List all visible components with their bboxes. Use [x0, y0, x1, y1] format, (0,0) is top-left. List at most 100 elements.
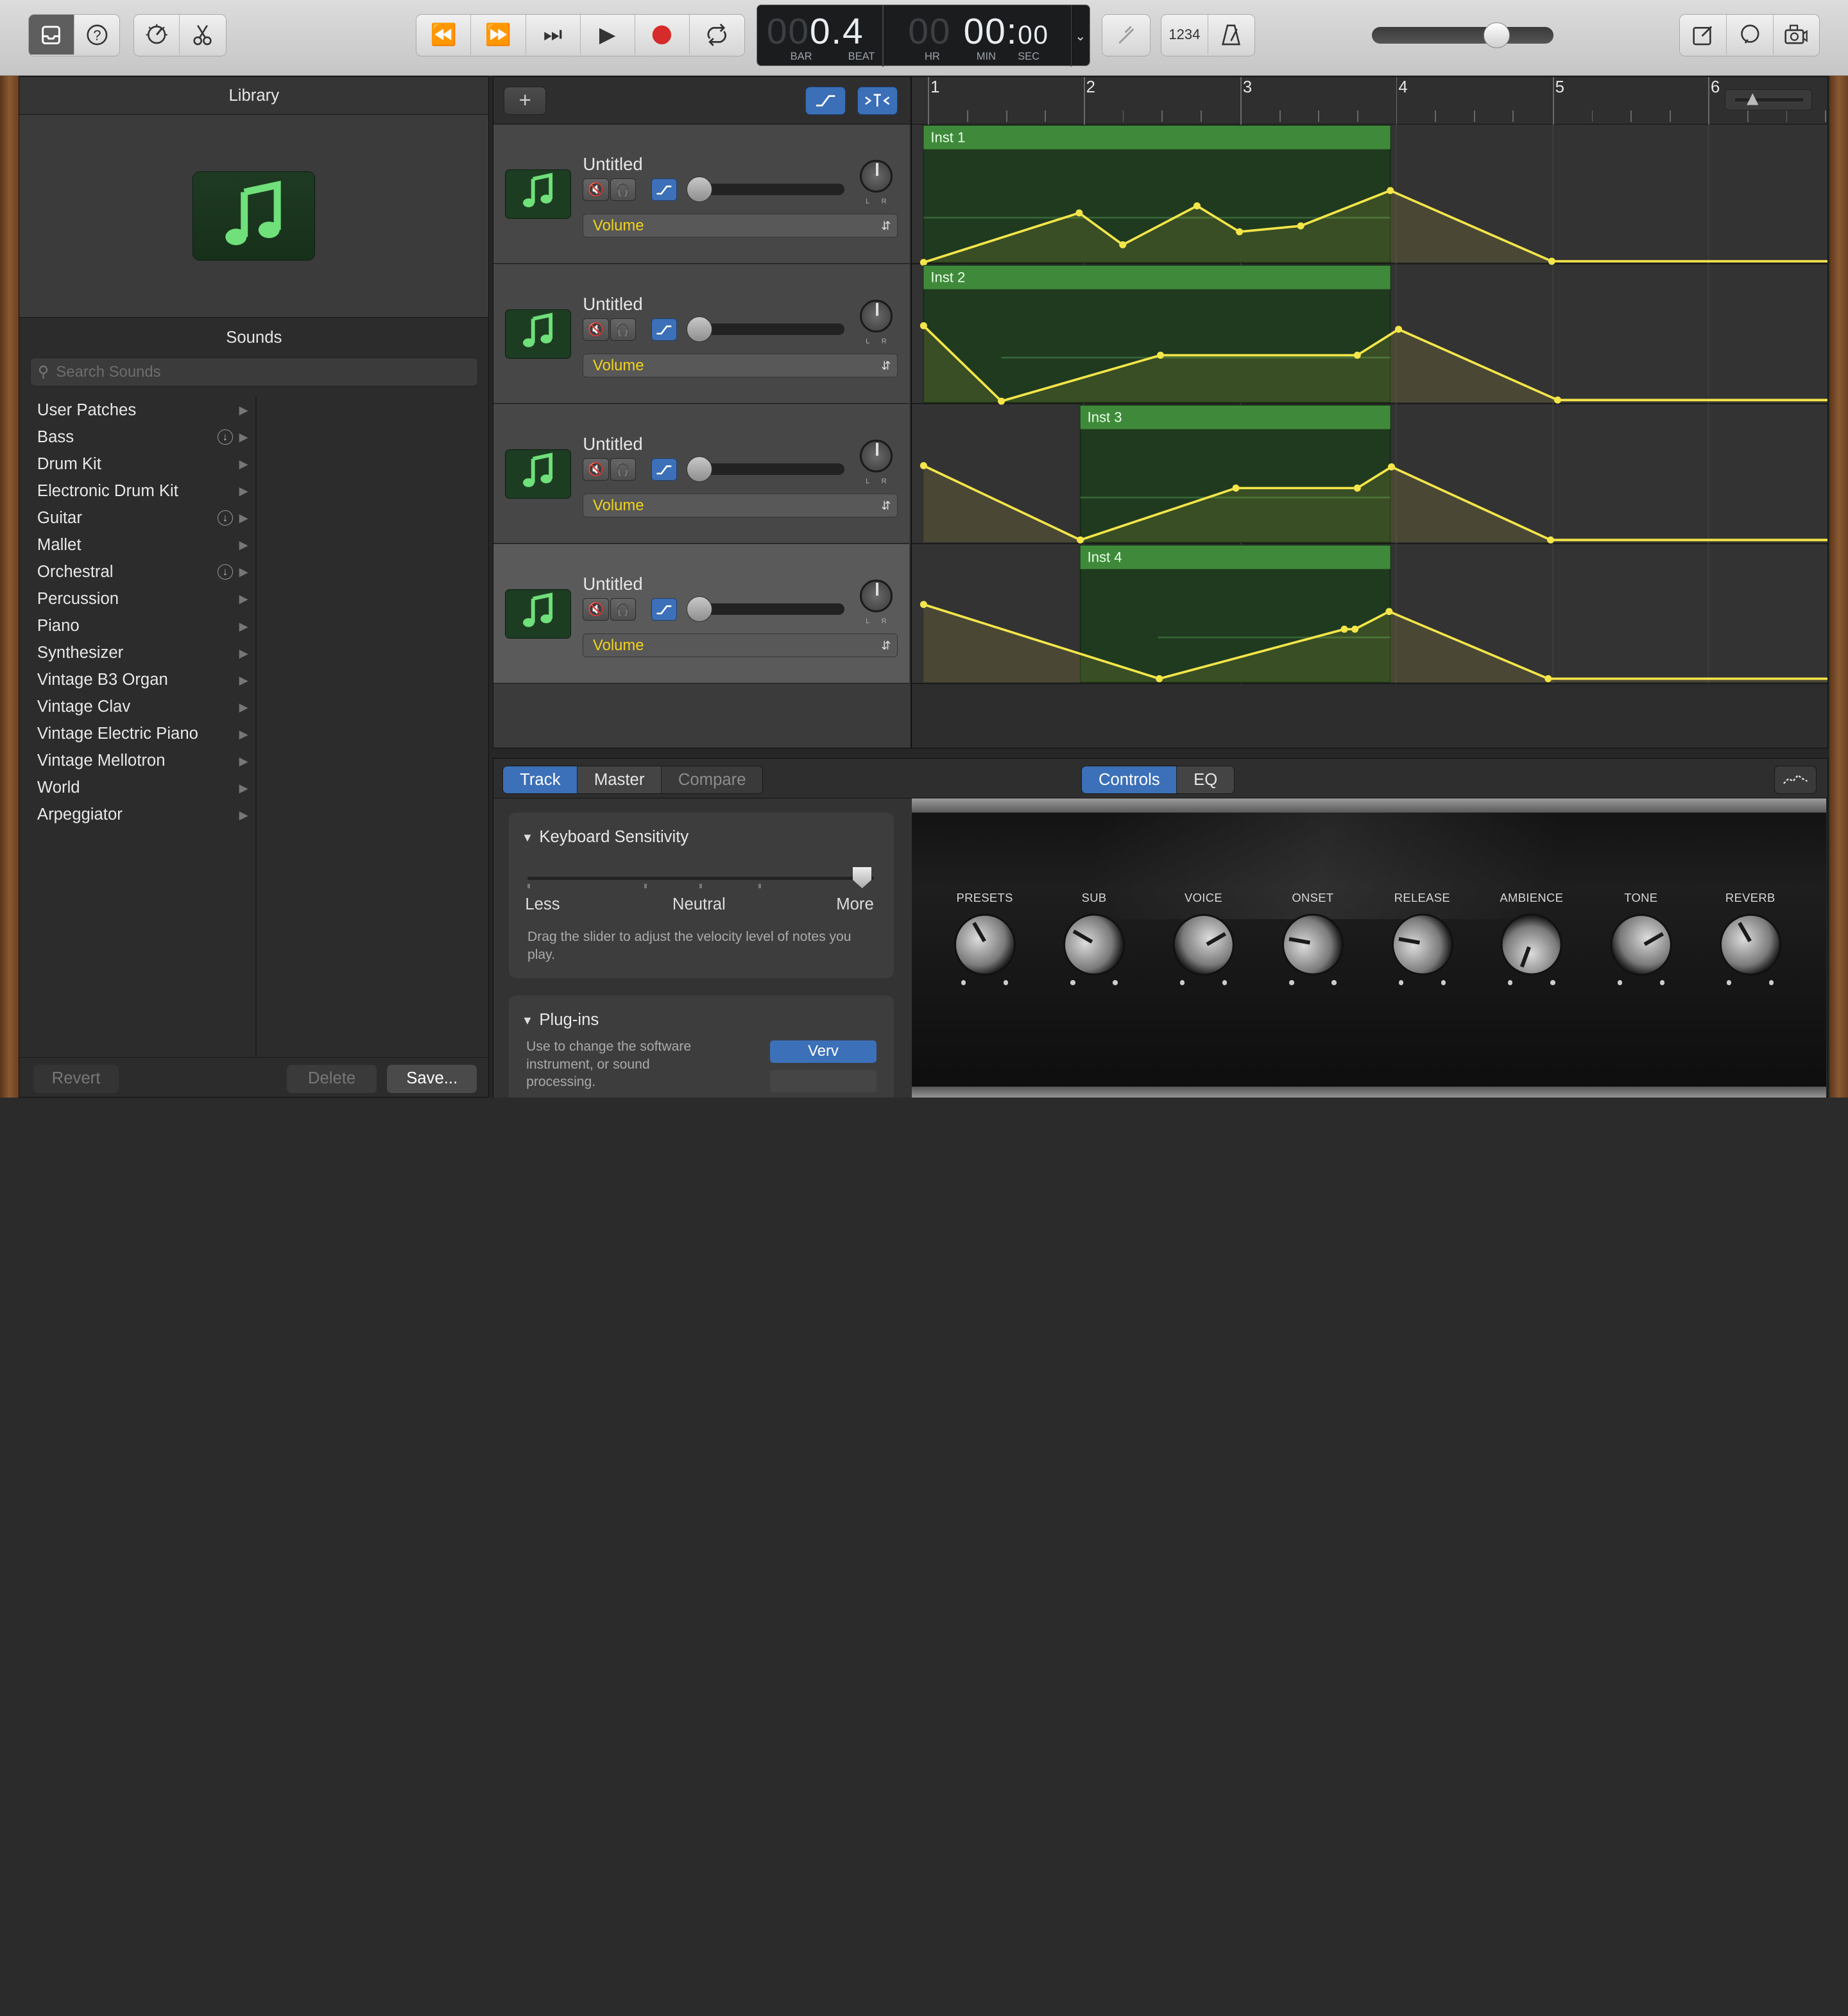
pan-knob[interactable] — [859, 439, 893, 473]
track-volume-slider[interactable] — [693, 323, 845, 336]
sound-category-item[interactable]: Vintage Electric Piano ▶ — [19, 721, 255, 748]
download-icon[interactable]: ↓ — [217, 510, 233, 526]
delete-button[interactable]: Delete — [287, 1064, 377, 1093]
loop-browser-button[interactable] — [1727, 15, 1774, 55]
metronome-button[interactable] — [1208, 15, 1255, 55]
sound-category-item[interactable]: Arpeggiator ▶ — [19, 802, 255, 829]
tab-master[interactable]: Master — [578, 766, 662, 794]
automation-enable-button[interactable] — [651, 318, 678, 341]
plugin-slot-empty[interactable] — [770, 1069, 877, 1092]
tuner-button[interactable] — [1102, 15, 1150, 55]
mute-button[interactable]: 🔇 — [583, 318, 609, 341]
editor-options-button[interactable] — [1774, 766, 1817, 795]
track-volume-knob[interactable] — [686, 316, 713, 343]
mute-button[interactable]: 🔇 — [583, 598, 609, 621]
track-volume-knob[interactable] — [686, 176, 713, 203]
disclosure-triangle-icon[interactable]: ▼ — [522, 831, 533, 845]
sound-category-item[interactable]: Vintage B3 Organ ▶ — [19, 667, 255, 694]
note-pad-button[interactable] — [1680, 15, 1727, 55]
arrange-area[interactable]: 1 2 3 4 5 6 Inst 1 Inst 2 Inst 3 Inst 4 — [911, 76, 1828, 749]
automation-parameter-select[interactable]: Volume ⇵ — [583, 214, 898, 238]
tab-compare[interactable]: Compare — [662, 766, 763, 794]
automation-parameter-select[interactable]: Volume ⇵ — [583, 633, 898, 658]
sensitivity-slider-track[interactable] — [527, 876, 874, 881]
zoom-slider[interactable] — [1725, 89, 1812, 110]
disclosure-triangle-icon[interactable]: ▼ — [522, 1013, 533, 1028]
control-knob[interactable] — [1277, 909, 1349, 981]
instrument-icon[interactable] — [505, 309, 571, 359]
track-volume-knob[interactable] — [686, 596, 713, 623]
lcd-display[interactable]: 000.4 BAR BEAT 00 00:00 HR MIN SEC ⌄ — [757, 4, 1090, 67]
revert-button[interactable]: Revert — [33, 1064, 119, 1093]
solo-button[interactable]: 🎧 — [610, 598, 636, 621]
tab-track[interactable]: Track — [503, 766, 578, 794]
download-icon[interactable]: ↓ — [217, 429, 233, 445]
sound-category-item[interactable]: Mallet ▶ — [19, 531, 255, 558]
instrument-icon[interactable] — [505, 589, 571, 639]
instrument-icon[interactable] — [505, 169, 571, 219]
automation-parameter-select[interactable]: Volume ⇵ — [583, 494, 898, 518]
fast-forward-button[interactable]: ⏩ — [471, 15, 526, 55]
track-header[interactable]: Untitled 🔇 🎧 LR Volume ⇵ — [493, 264, 910, 404]
automation-enable-button[interactable] — [651, 458, 678, 481]
track-volume-knob[interactable] — [686, 456, 713, 483]
pan-knob[interactable] — [859, 299, 893, 333]
pan-knob[interactable] — [859, 579, 893, 613]
track-volume-slider[interactable] — [693, 183, 845, 196]
sound-category-item[interactable]: Vintage Mellotron ▶ — [19, 748, 255, 775]
add-track-button[interactable]: + — [504, 87, 547, 116]
automation-parameter-select[interactable]: Volume ⇵ — [583, 354, 898, 378]
sound-category-item[interactable]: User Patches ▶ — [19, 397, 255, 424]
media-browser-button[interactable] — [1773, 15, 1819, 55]
track-header[interactable]: Untitled 🔇 🎧 LR Volume ⇵ — [493, 544, 910, 684]
timeline-ruler[interactable]: 1 2 3 4 5 6 — [911, 77, 1827, 125]
count-in-button[interactable]: 1234 — [1161, 15, 1208, 55]
play-button[interactable]: ▶ — [580, 15, 635, 55]
automation-enable-button[interactable] — [651, 598, 678, 621]
plugin-slot-button[interactable]: Verv — [770, 1040, 877, 1063]
sound-category-item[interactable]: Orchestral ↓ ▶ — [19, 558, 255, 585]
solo-button[interactable]: 🎧 — [610, 178, 636, 202]
pan-knob[interactable] — [859, 159, 893, 193]
sensitivity-slider-thumb[interactable] — [852, 866, 872, 888]
track-volume-slider[interactable] — [693, 463, 845, 476]
instrument-icon[interactable] — [505, 449, 571, 499]
master-volume-slider[interactable] — [1371, 27, 1553, 44]
cycle-button[interactable] — [689, 15, 744, 55]
solo-button[interactable]: 🎧 — [610, 318, 636, 341]
sound-category-item[interactable]: Piano ▶ — [19, 612, 255, 639]
sound-category-item[interactable]: Electronic Drum Kit ▶ — [19, 478, 255, 504]
track-header[interactable]: Untitled 🔇 🎧 LR Volume ⇵ — [493, 404, 910, 544]
download-icon[interactable]: ↓ — [217, 564, 233, 580]
record-button[interactable] — [635, 15, 690, 55]
sound-category-item[interactable]: Synthesizer ▶ — [19, 640, 255, 667]
search-sounds-field[interactable]: ⚲ Search Sounds — [30, 358, 478, 386]
control-knob[interactable] — [1387, 909, 1458, 981]
track-name[interactable]: Untitled — [583, 434, 642, 454]
tab-controls[interactable]: Controls — [1082, 766, 1177, 794]
mute-button[interactable]: 🔇 — [583, 178, 609, 202]
track-name[interactable]: Untitled — [583, 574, 642, 594]
go-to-end-button[interactable]: ⏭ — [526, 15, 581, 55]
rewind-button[interactable]: ⏪ — [416, 15, 472, 55]
track-header[interactable]: Untitled 🔇 🎧 LR Volume ⇵ — [493, 124, 910, 264]
automation-enable-button[interactable] — [651, 178, 678, 202]
flex-button[interactable] — [857, 87, 898, 116]
editors-button[interactable] — [180, 15, 226, 55]
help-button[interactable]: ? — [74, 15, 120, 55]
sound-category-item[interactable]: Bass ↓ ▶ — [19, 424, 255, 451]
smart-controls-button[interactable] — [133, 15, 180, 55]
track-volume-slider[interactable] — [693, 603, 845, 616]
track-name[interactable]: Untitled — [583, 294, 642, 314]
sound-category-item[interactable]: World ▶ — [19, 775, 255, 802]
sound-category-item[interactable]: Vintage Clav ▶ — [19, 694, 255, 721]
lcd-mode-dropdown[interactable]: ⌄ — [1070, 5, 1090, 67]
sound-category-item[interactable]: Percussion ▶ — [19, 585, 255, 612]
tab-eq[interactable]: EQ — [1177, 766, 1234, 794]
sound-category-item[interactable]: Guitar ↓ ▶ — [19, 504, 255, 531]
solo-button[interactable]: 🎧 — [610, 458, 636, 481]
library-toggle-button[interactable] — [29, 15, 74, 55]
master-volume-knob[interactable] — [1484, 22, 1510, 49]
show-automation-button[interactable] — [805, 87, 846, 116]
save-button[interactable]: Save... — [387, 1064, 477, 1093]
